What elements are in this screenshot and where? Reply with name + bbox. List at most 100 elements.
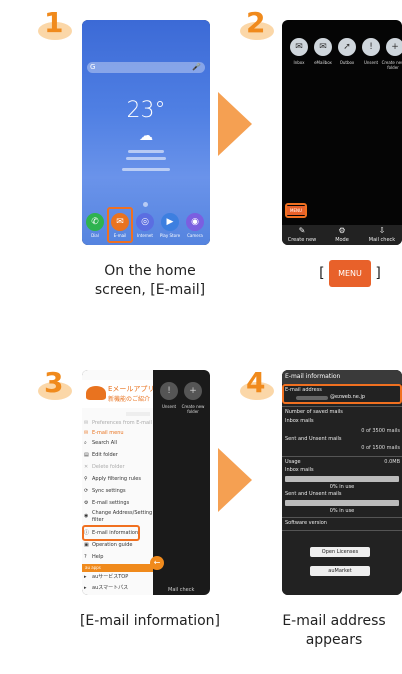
usage-sent-label: Sent and Unsent mails — [285, 491, 342, 497]
divider — [282, 530, 402, 531]
folder-label: Unsent — [161, 404, 177, 409]
play-store-icon: ▶ — [166, 217, 174, 227]
menu-drawer: Eメールアプリ 新機能のご紹介 ✉ Preferences from E-mai… — [82, 370, 154, 595]
app-dock: ✆ Dial ✉ E-mail ◎ Internet ▶ Play Store … — [82, 209, 210, 245]
drawer-item-email-settings[interactable]: ⚙ E-mail settings — [82, 498, 153, 509]
mic-icon[interactable]: 🎤 — [192, 62, 201, 73]
phone-home-screen: G 🎤 23° ☁ ✆ Dial ✉ E-mail ◎ Internet ▶ P… — [82, 20, 210, 245]
drawer-item-delete-folder[interactable]: ✕ Delete folder — [82, 462, 153, 473]
dock-label: Camera — [187, 233, 203, 238]
sent-usage-bar — [285, 500, 399, 506]
dock-app-dial[interactable]: ✆ — [86, 213, 104, 231]
guide-icon: ▣ — [84, 542, 89, 548]
menu-button[interactable]: MENU — [287, 206, 305, 215]
inbox-usage-bar — [285, 476, 399, 482]
usage-inbox-label: Inbox mails — [285, 467, 314, 473]
drawer-item-au-service[interactable]: ▸ auサービスTOP — [82, 572, 153, 583]
folder-label: Create new folder — [181, 404, 205, 414]
drawer-label: Search All — [92, 440, 117, 446]
caption-line: screen, [E-mail] — [94, 282, 206, 298]
inbox-icon[interactable]: ✉ — [290, 38, 308, 56]
mail-check-button[interactable]: Mail check — [362, 237, 402, 243]
folder-icon: ▤ — [84, 452, 89, 458]
unsent-icon[interactable]: ! — [160, 382, 178, 400]
inbox-mails-value: 0 of 3500 mails — [361, 428, 400, 434]
au-smartpass-icon: ▸ — [84, 585, 87, 591]
email-address-redacted — [296, 396, 328, 400]
caption-line: E-mail address — [282, 613, 386, 629]
emailbox-icon[interactable]: ✉ — [314, 38, 332, 56]
drawer-label: Preferences from E-mail — [92, 420, 152, 426]
drawer-label: Sync settings — [92, 488, 126, 494]
help-icon: ? — [84, 554, 87, 560]
step-1-number: 1 — [44, 6, 64, 39]
menu-key-icon: MENU — [329, 260, 371, 287]
caption-line: appears — [305, 632, 363, 648]
page-indicator — [143, 202, 148, 207]
drawer-label: Change Address/Setting filter — [92, 510, 153, 523]
drawer-item-au-smartpass[interactable]: ▸ auスマートパス — [82, 583, 153, 594]
unsent-icon[interactable]: ! — [362, 38, 380, 56]
promo-pager — [126, 412, 150, 416]
create-folder-icon[interactable]: + — [386, 38, 402, 56]
mode-icon[interactable]: ⚙ — [322, 226, 362, 235]
divider — [282, 406, 402, 407]
mail-check-icon[interactable]: ⇩ — [362, 226, 402, 235]
promo-subtitle: 新機能のご紹介 — [108, 396, 151, 403]
sent-mails-value: 0 of 1500 mails — [361, 445, 400, 451]
filter-icon: ⚲ — [84, 476, 88, 482]
folder-label: Create new folder — [381, 60, 402, 70]
drawer-item-edit-folder[interactable]: ▤ Edit folder — [82, 450, 153, 461]
next-arrow — [218, 448, 252, 512]
folder-label: Inbox — [293, 60, 305, 65]
drawer-item-operation-guide[interactable]: ▣ Operation guide — [82, 540, 153, 551]
info-header: E-mail information — [282, 370, 402, 384]
email-highlight — [107, 207, 133, 243]
clock: 23° — [126, 98, 166, 123]
drawer-item-sync-settings[interactable]: ⟳ Sync settings — [82, 486, 153, 497]
outbox-icon[interactable]: ➚ — [338, 38, 356, 56]
sync-icon: ⟳ — [84, 488, 89, 494]
drawer-item-apply-filtering-rules[interactable]: ⚲ Apply filtering rules — [82, 474, 153, 485]
email-address-label: E-mail address — [285, 387, 322, 393]
phone-email-menu: Eメールアプリ 新機能のご紹介 ✉ Preferences from E-mai… — [82, 370, 210, 595]
drawer-item-search-all[interactable]: ⌕ Search All — [82, 438, 153, 449]
sent-mails-label: Sent and Unsent mails — [285, 436, 342, 442]
promo-banner[interactable]: Eメールアプリ 新機能のご紹介 — [82, 380, 154, 408]
drawer-collapse-button[interactable]: ← — [150, 556, 164, 570]
open-licenses-button[interactable]: Open Licenses — [310, 547, 370, 557]
aumarket-button[interactable]: auMarket — [310, 566, 370, 576]
drawer-label: E-mail menu — [92, 430, 124, 436]
drawer-item-help[interactable]: ? Help — [82, 552, 153, 563]
folder-label: eMailbox — [314, 60, 332, 65]
google-search-bar[interactable]: G 🎤 — [87, 62, 205, 73]
folder-label: Outbox — [339, 60, 355, 65]
create-new-button[interactable]: Create new — [282, 237, 322, 243]
drawer-label: Edit folder — [92, 452, 118, 458]
settings-icon: ⚙ — [84, 500, 89, 506]
dock-app-internet[interactable]: ◎ — [136, 213, 154, 231]
drawer-item-change-address[interactable]: ◉ Change Address/Setting filter — [82, 510, 153, 524]
step-4-caption: E-mail address appears — [266, 612, 402, 650]
weather-text — [122, 168, 170, 171]
dock-app-camera[interactable]: ◉ — [186, 213, 204, 231]
phone-icon: ✆ — [91, 217, 99, 227]
software-version-label: Software version — [285, 520, 327, 526]
dock-app-play-store[interactable]: ▶ — [161, 213, 179, 231]
trash-icon: ✕ — [84, 464, 89, 470]
mail-check-button[interactable]: Mail check — [168, 587, 194, 593]
step-3-caption: [E-mail information] — [50, 612, 250, 631]
drawer-label: Help — [92, 554, 104, 560]
mode-button[interactable]: Mode — [322, 237, 362, 243]
drawer-label: auサービスTOP — [92, 574, 129, 580]
usage-label: Usage — [285, 459, 301, 465]
caption-bracket: [ — [319, 265, 325, 282]
create-folder-icon[interactable]: + — [184, 382, 202, 400]
weather-icon: ☁ — [139, 128, 153, 144]
drawer-label: Apply filtering rules — [92, 476, 141, 482]
caption-line: [E-mail information] — [79, 613, 221, 629]
email-address-value: @ezweb.ne.jp — [330, 394, 366, 400]
dock-label: Play Store — [159, 233, 181, 238]
mailbox-bottom-bar: ✎ Create new ⚙ Mode ⇩ Mail check — [282, 225, 402, 245]
compose-icon[interactable]: ✎ — [282, 226, 322, 235]
